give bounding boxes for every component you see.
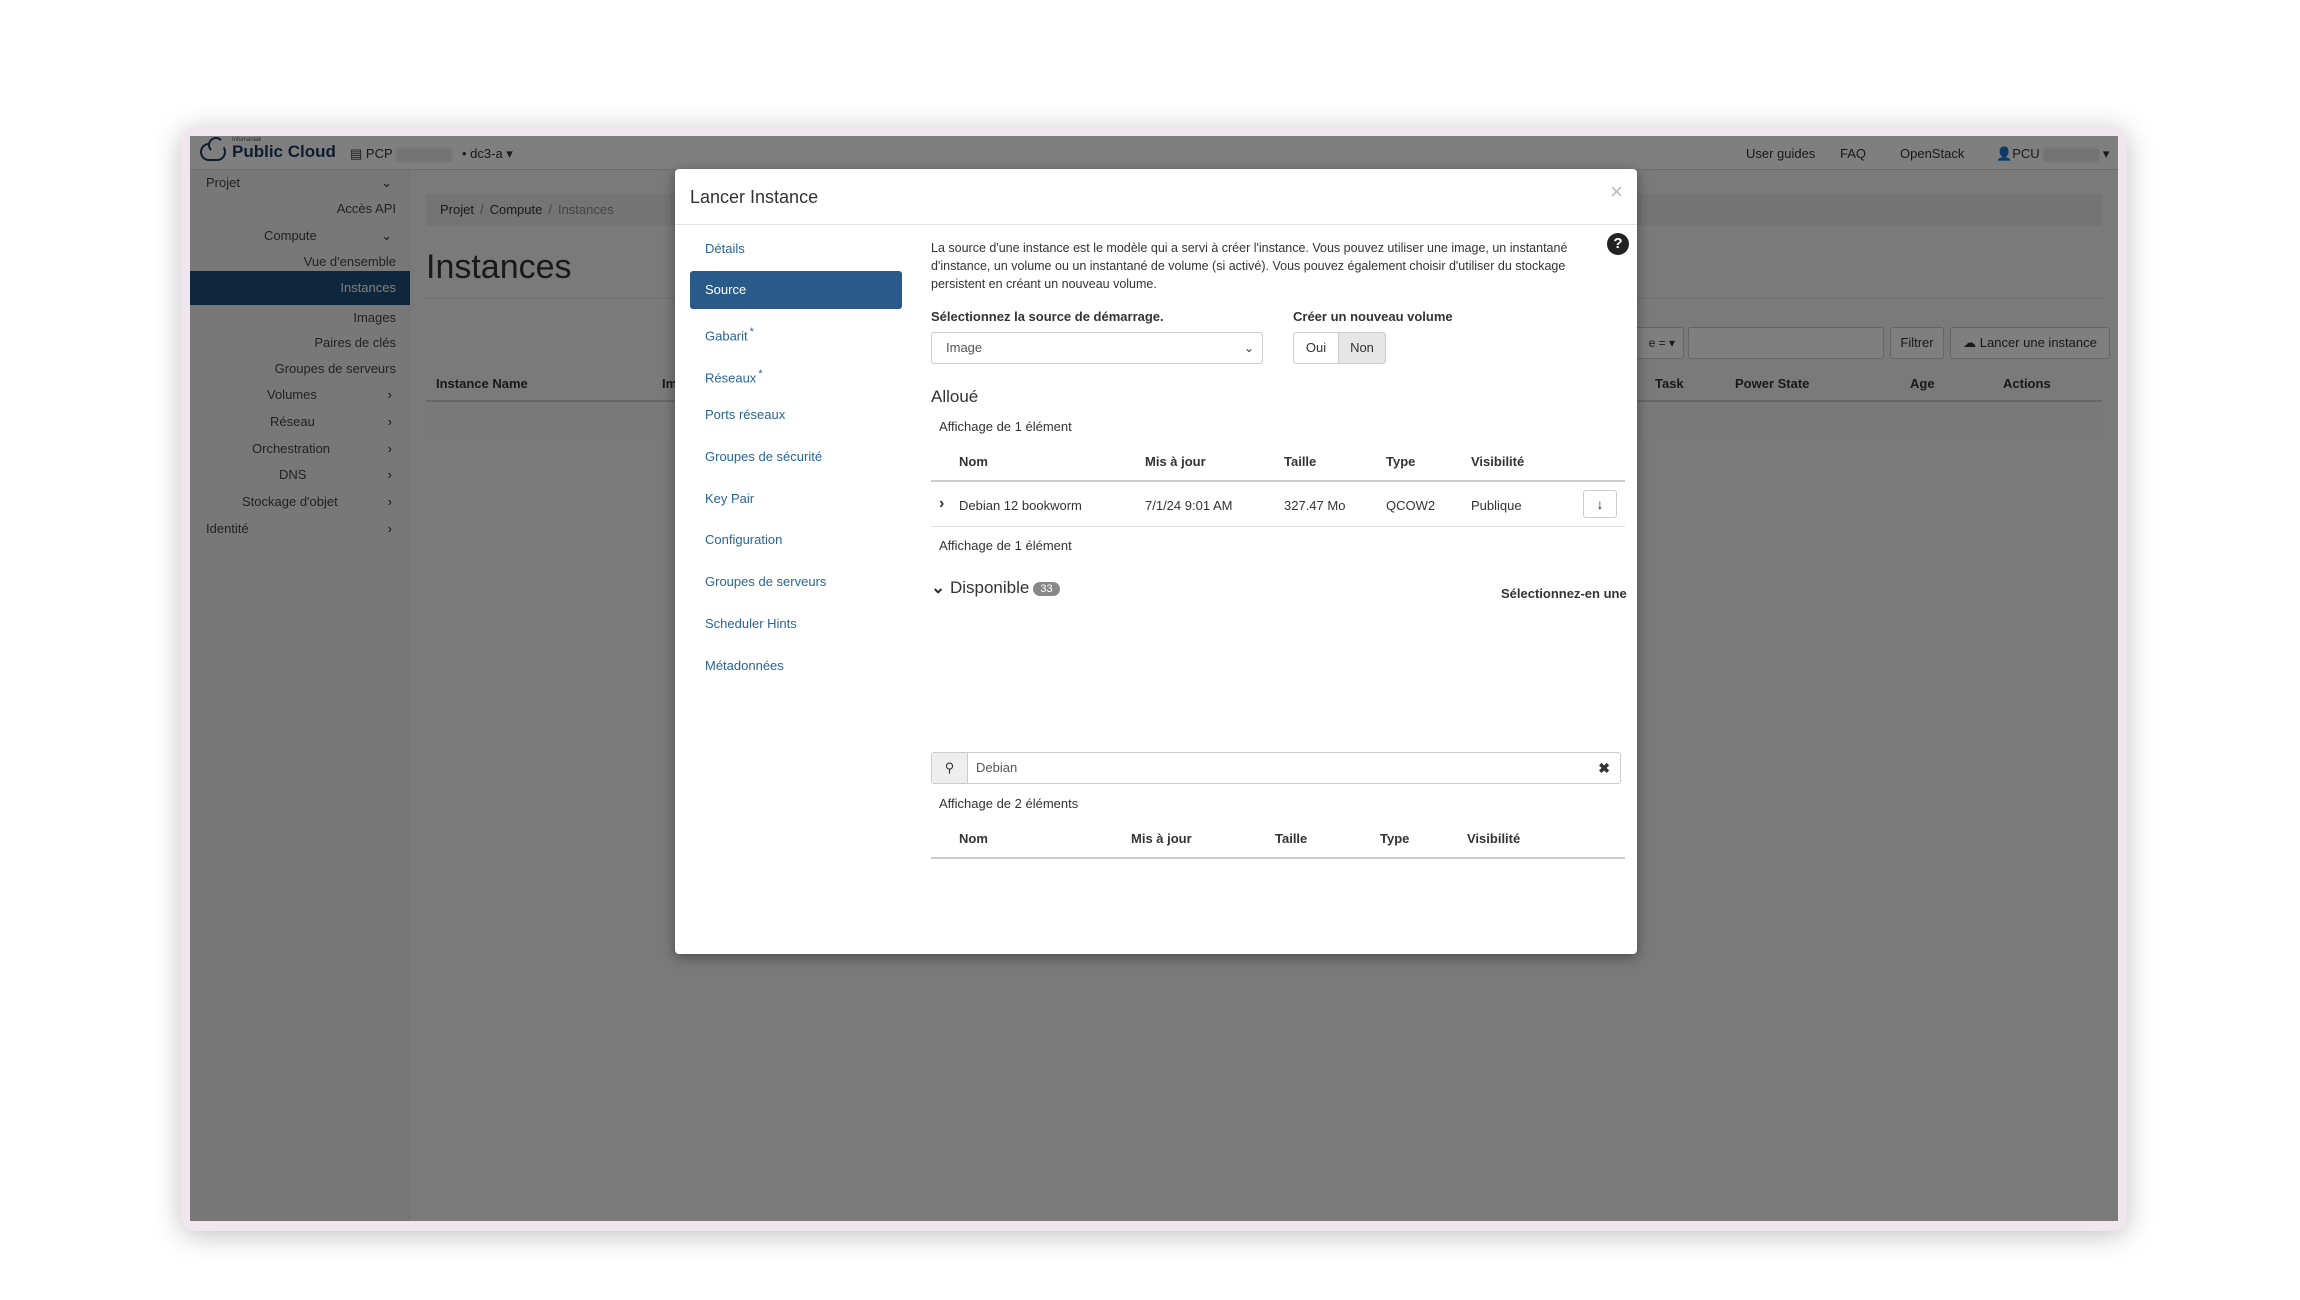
wizard-step-label: Key Pair bbox=[705, 491, 755, 506]
allocated-footer-count: Affichage de 1 élément bbox=[939, 538, 1072, 553]
wizard-step-label: Détails bbox=[705, 241, 745, 256]
allocated-col-updated: Mis à jour bbox=[1145, 454, 1206, 469]
available-title: Disponible bbox=[949, 578, 1030, 597]
deallocate-button[interactable]: ↓ bbox=[1583, 490, 1617, 518]
wizard-step-label: Gabarit bbox=[705, 328, 748, 344]
required-mark: * bbox=[749, 326, 754, 338]
wizard-step-gabarit[interactable]: Gabarit * bbox=[690, 313, 902, 351]
row-size: 327.47 Mo bbox=[1284, 498, 1346, 513]
search-input[interactable]: Debian bbox=[976, 753, 1017, 783]
boot-source-select[interactable]: Image ⌄ bbox=[931, 332, 1263, 364]
wizard-step-key-pair[interactable]: Key Pair bbox=[690, 480, 902, 518]
chevron-down-icon: ⌄ bbox=[1243, 341, 1254, 355]
available-col-name: Nom bbox=[959, 831, 988, 846]
available-count: Affichage de 2 éléments bbox=[939, 796, 1079, 811]
screen: Infomaniak Public Cloud ▤ PCP • dc3-a ▾ … bbox=[190, 136, 2118, 1221]
wizard-step-label: Scheduler Hints bbox=[705, 616, 797, 631]
row-divider bbox=[931, 526, 1625, 527]
available-col-visibility: Visibilité bbox=[1467, 831, 1521, 846]
help-icon[interactable]: ? bbox=[1607, 233, 1629, 255]
boot-source-value: Image bbox=[946, 340, 983, 355]
available-col-type: Type bbox=[1380, 831, 1410, 846]
wizard-step-reseaux[interactable]: Réseaux * bbox=[690, 355, 902, 393]
wizard-step-metadonnees[interactable]: Métadonnées bbox=[690, 647, 902, 685]
wizard-step-label: Groupes de serveurs bbox=[705, 574, 827, 589]
clear-icon[interactable]: ✖ bbox=[1598, 753, 1610, 783]
boot-source-label: Sélectionnez la source de démarrage. bbox=[931, 309, 1164, 324]
expand-row-icon[interactable]: › bbox=[939, 495, 944, 513]
wizard-step-label: Ports réseaux bbox=[705, 407, 786, 422]
search-icon: ⚲ bbox=[932, 753, 968, 783]
wizard-step-groupes-serveurs[interactable]: Groupes de serveurs bbox=[690, 563, 902, 601]
row-type: QCOW2 bbox=[1386, 498, 1436, 513]
select-one-hint: Sélectionnez-en une bbox=[1501, 586, 1627, 601]
row-visibility: Publique bbox=[1471, 498, 1522, 513]
wizard-step-ports-reseaux[interactable]: Ports réseaux bbox=[690, 396, 902, 434]
wizard-step-label: Groupes de sécurité bbox=[705, 449, 823, 464]
allocated-col-visibility: Visibilité bbox=[1471, 454, 1525, 469]
close-icon[interactable]: × bbox=[1610, 179, 1623, 205]
allocated-title: Alloué bbox=[931, 387, 979, 406]
new-volume-label: Créer un nouveau volume bbox=[1293, 309, 1453, 324]
available-col-size: Taille bbox=[1275, 831, 1308, 846]
wizard-step-label: Configuration bbox=[705, 532, 783, 547]
allocated-col-type: Type bbox=[1386, 454, 1416, 469]
wizard-step-label: Source bbox=[705, 282, 747, 297]
arrow-down-icon: ↓ bbox=[1596, 496, 1604, 512]
wizard-step-groupes-securite[interactable]: Groupes de sécurité bbox=[690, 438, 902, 476]
wizard-step-details[interactable]: Détails bbox=[690, 230, 902, 268]
wizard-step-source[interactable]: Source bbox=[690, 271, 902, 309]
modal-title: Lancer Instance bbox=[690, 187, 819, 207]
table-header-line bbox=[931, 480, 1625, 482]
wizard-step-configuration[interactable]: Configuration bbox=[690, 521, 902, 559]
available-col-updated: Mis à jour bbox=[1131, 831, 1192, 846]
available-search[interactable]: ⚲ Debian ✖ bbox=[931, 752, 1621, 784]
source-description: La source d'une instance est le modèle q… bbox=[931, 241, 1568, 291]
wizard-step-label: Métadonnées bbox=[705, 658, 784, 673]
row-name: Debian 12 bookworm bbox=[959, 498, 1082, 513]
available-toggle[interactable]: ⌄ Disponible 33 bbox=[931, 578, 1060, 598]
launch-instance-modal: Lancer Instance × ? Détails Source Gabar… bbox=[675, 169, 1637, 954]
divider bbox=[675, 224, 1637, 225]
allocated-col-name: Nom bbox=[959, 454, 988, 469]
allocated-col-size: Taille bbox=[1284, 454, 1317, 469]
wizard-step-scheduler-hints[interactable]: Scheduler Hints bbox=[690, 605, 902, 643]
table-header-line bbox=[931, 857, 1625, 859]
required-mark: * bbox=[758, 368, 763, 380]
allocated-count: Affichage de 1 élément bbox=[939, 419, 1072, 434]
new-volume-no[interactable]: Non bbox=[1338, 332, 1386, 364]
available-count-badge: 33 bbox=[1033, 581, 1060, 596]
row-updated: 7/1/24 9:01 AM bbox=[1145, 498, 1233, 513]
chevron-down-icon: ⌄ bbox=[931, 578, 950, 597]
wizard-step-label: Réseaux bbox=[705, 370, 757, 386]
new-volume-yes[interactable]: Oui bbox=[1293, 332, 1339, 364]
